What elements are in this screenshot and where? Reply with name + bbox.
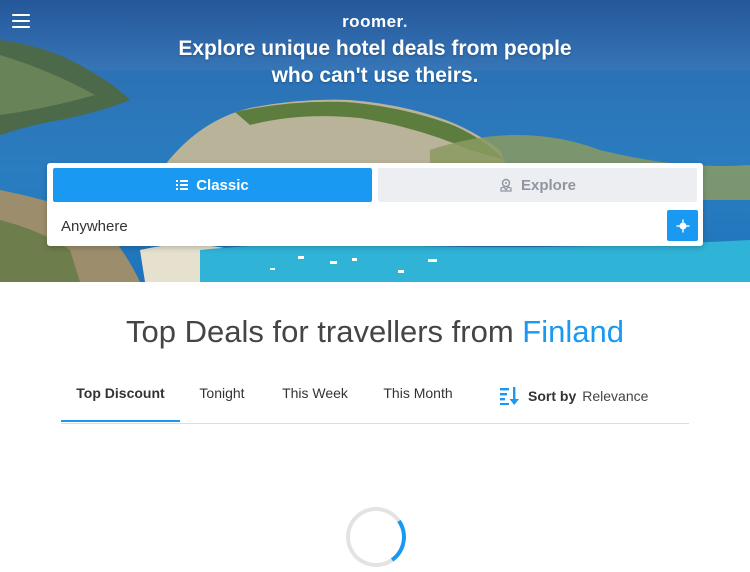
tab-tonight[interactable]: Tonight [186, 378, 258, 422]
tab-classic[interactable]: Classic [53, 168, 372, 202]
search-card: Classic Explore [47, 163, 703, 246]
logo-dot: . [402, 12, 408, 31]
tab-explore[interactable]: Explore [378, 168, 697, 202]
location-search-input[interactable] [53, 211, 661, 241]
country-selector[interactable]: Finland [522, 314, 624, 349]
deals-heading-prefix: Top Deals for travellers from [126, 314, 523, 349]
tab-top-discount[interactable]: Top Discount [61, 378, 180, 422]
tab-this-month[interactable]: This Month [372, 378, 464, 422]
hero-headline: Explore unique hotel deals from people w… [178, 37, 572, 87]
sort-control[interactable]: Sort by Relevance [500, 384, 648, 408]
logo-text: roomer [342, 12, 403, 31]
tab-explore-label: Explore [520, 176, 577, 194]
hero-banner: roomer. Explore unique hotel deals from … [0, 0, 750, 282]
tab-classic-label: Classic [196, 176, 249, 194]
sort-value[interactable]: Relevance [582, 388, 648, 404]
crosshair-icon [676, 219, 689, 232]
locate-me-button[interactable] [667, 210, 698, 241]
loading-spinner [341, 502, 411, 572]
roomer-logo[interactable]: roomer. [0, 12, 750, 32]
map-pin-icon [500, 178, 512, 192]
deal-filter-tabs: Top Discount Tonight This Week This Mont… [61, 378, 689, 424]
sort-icon [500, 387, 519, 405]
deals-heading: Top Deals for travellers from Finland [0, 314, 750, 350]
tab-this-week[interactable]: This Week [272, 378, 358, 422]
list-icon [176, 180, 189, 190]
sort-by-label: Sort by [528, 388, 577, 404]
